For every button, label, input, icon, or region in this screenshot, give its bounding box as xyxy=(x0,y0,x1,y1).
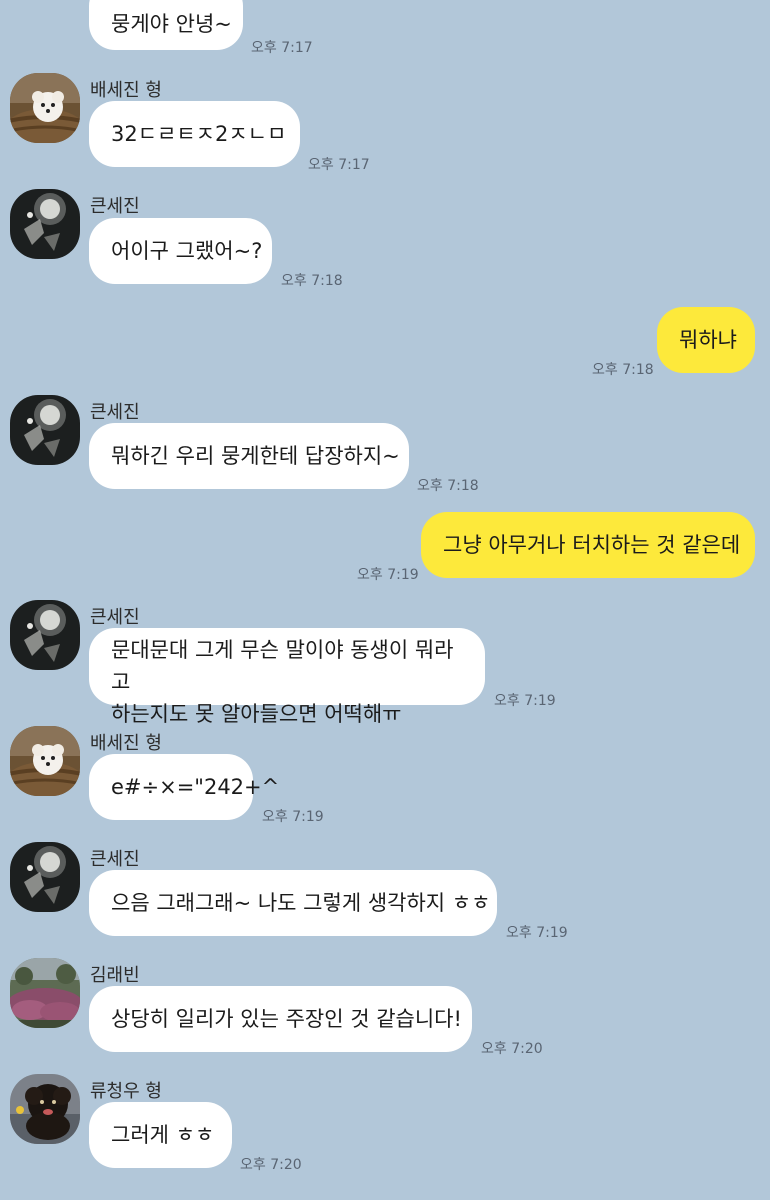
message-time: 오후 7:20 xyxy=(240,1157,302,1173)
message-line: 하는지도 못 알아들으면 어떡해ㅠ xyxy=(111,702,402,726)
message-bubble[interactable]: 32ㄷㄹㅌㅈ2ㅈㄴㅁ xyxy=(89,101,300,167)
message-bubble[interactable]: 그러게 ㅎㅎ xyxy=(89,1102,232,1168)
message-bubble[interactable]: 어이구 그랬어~? xyxy=(89,218,272,284)
sender-name: 큰세진 xyxy=(90,607,140,628)
dog-in-basket-icon xyxy=(10,73,80,143)
message-time: 오후 7:20 xyxy=(481,1041,543,1057)
message-time: 오후 7:18 xyxy=(592,362,654,378)
message-bubble[interactable]: e#÷×="242+^ xyxy=(89,754,279,820)
sender-name: 큰세진 xyxy=(90,402,140,423)
dark-photo-icon xyxy=(10,189,80,259)
sender-name: 큰세진 xyxy=(90,849,140,870)
dark-photo-icon xyxy=(10,600,80,670)
message-bubble[interactable]: 상당히 일리가 있는 주장인 것 같습니다! xyxy=(89,986,472,1052)
dark-photo-icon xyxy=(10,842,80,912)
avatar-keunsejin[interactable] xyxy=(10,600,80,670)
sender-name: 배세진 형 xyxy=(90,80,162,101)
message-time: 오후 7:17 xyxy=(308,157,370,173)
sender-name: 큰세진 xyxy=(90,196,140,217)
dark-photo-icon xyxy=(10,395,80,465)
message-time: 오후 7:18 xyxy=(417,478,479,494)
sender-name: 류청우 형 xyxy=(90,1081,162,1102)
avatar-baesejin[interactable] xyxy=(10,73,80,143)
message-line: 문대문대 그게 무슨 말이야 동생이 뭐라고 xyxy=(111,638,454,694)
message-time: 오후 7:19 xyxy=(357,567,419,583)
message-bubble[interactable]: 문대문대 그게 무슨 말이야 동생이 뭐라고 하는지도 못 알아들으면 어떡해ㅠ xyxy=(89,628,485,726)
avatar-ryucheongwoo[interactable] xyxy=(10,1074,80,1144)
sender-name: 배세진 형 xyxy=(90,733,162,754)
message-time: 오후 7:19 xyxy=(262,809,324,825)
avatar-kimraebin[interactable] xyxy=(10,958,80,1028)
message-time: 오후 7:17 xyxy=(251,40,313,56)
sender-name: 김래빈 xyxy=(90,965,140,986)
message-time: 오후 7:18 xyxy=(281,273,343,289)
message-bubble[interactable]: 뭉게야 안녕~ xyxy=(89,0,243,50)
avatar-keunsejin[interactable] xyxy=(10,189,80,259)
message-bubble[interactable]: 뭐하냐 xyxy=(657,307,755,373)
avatar-keunsejin[interactable] xyxy=(10,842,80,912)
avatar-keunsejin[interactable] xyxy=(10,395,80,465)
message-time: 오후 7:19 xyxy=(494,693,556,709)
dog-in-basket-icon xyxy=(10,726,80,796)
message-bubble[interactable]: 으음 그래그래~ 나도 그렇게 생각하지 ㅎㅎ xyxy=(89,870,497,936)
message-bubble[interactable]: 그냥 아무거나 터치하는 것 같은데 xyxy=(421,512,755,578)
message-bubble[interactable]: 뭐하긴 우리 뭉게한테 답장하지~ xyxy=(89,423,409,489)
avatar-baesejin[interactable] xyxy=(10,726,80,796)
flower-garden-icon xyxy=(10,958,80,1028)
black-dog-icon xyxy=(10,1074,80,1144)
message-time: 오후 7:19 xyxy=(506,925,568,941)
